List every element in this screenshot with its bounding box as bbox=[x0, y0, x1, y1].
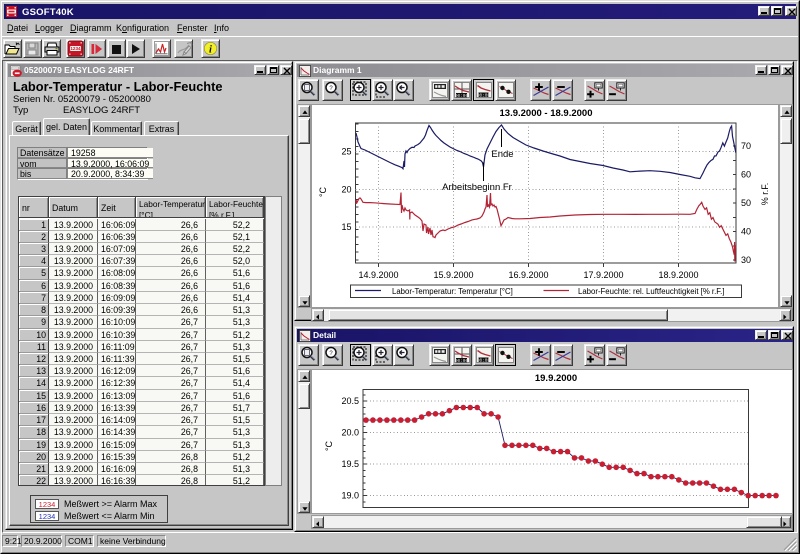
svg-text:40: 40 bbox=[741, 227, 751, 237]
svg-text:19.9.2000: 19.9.2000 bbox=[535, 373, 577, 384]
svg-text:30: 30 bbox=[741, 255, 751, 265]
svg-text:19.5: 19.5 bbox=[341, 459, 359, 469]
svg-text:Labor-Feuchte: rel. Luftfeucht: Labor-Feuchte: rel. Luftfeuchtigkeit [% … bbox=[578, 287, 724, 296]
svg-text:15.9.2000: 15.9.2000 bbox=[433, 270, 473, 280]
svg-text:17.9.2000: 17.9.2000 bbox=[583, 270, 623, 280]
svg-text:20: 20 bbox=[341, 185, 351, 195]
svg-text:20.0: 20.0 bbox=[341, 428, 359, 438]
svg-text:18.9.2000: 18.9.2000 bbox=[658, 270, 698, 280]
svg-text:Labor-Temperatur: Temperatur [: Labor-Temperatur: Temperatur [°C] bbox=[392, 287, 513, 296]
svg-text:00:00: 00:00 bbox=[477, 93, 491, 98]
svg-text:°C: °C bbox=[318, 186, 328, 197]
svg-text:% r.F.: % r.F. bbox=[760, 183, 770, 206]
svg-text:00:00: 00:00 bbox=[455, 94, 469, 99]
svg-text:50: 50 bbox=[741, 198, 751, 208]
svg-text:25: 25 bbox=[341, 147, 351, 157]
svg-text:15: 15 bbox=[341, 222, 351, 232]
svg-text:13.9.2000 - 18.9.2000: 13.9.2000 - 18.9.2000 bbox=[500, 108, 593, 119]
svg-text:Ende: Ende bbox=[491, 149, 513, 160]
svg-text:16.9.2000: 16.9.2000 bbox=[508, 270, 548, 280]
svg-text:00:00: 00:00 bbox=[477, 358, 491, 363]
svg-text:70: 70 bbox=[741, 141, 751, 151]
svg-text:20.5: 20.5 bbox=[341, 396, 359, 406]
svg-text:Arbeitsbeginn Fr: Arbeitsbeginn Fr bbox=[442, 182, 512, 193]
svg-text:14.9.2000: 14.9.2000 bbox=[358, 270, 398, 280]
svg-text:i: i bbox=[209, 44, 212, 55]
svg-text:00:00: 00:00 bbox=[455, 359, 469, 364]
svg-text:°C: °C bbox=[324, 440, 334, 451]
svg-text:1234: 1234 bbox=[70, 46, 81, 51]
svg-text:60: 60 bbox=[741, 170, 751, 180]
svg-text:19.0: 19.0 bbox=[341, 491, 359, 501]
